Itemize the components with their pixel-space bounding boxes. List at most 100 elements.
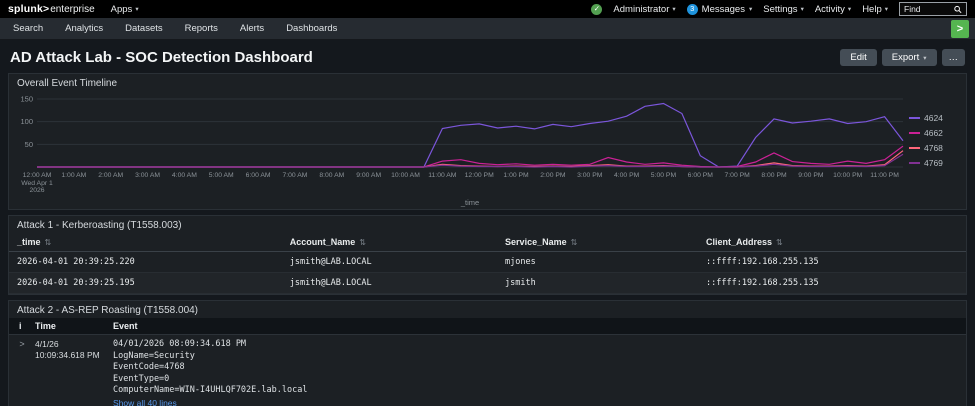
health-check-icon[interactable]: ✓	[591, 3, 603, 15]
svg-text:8:00 PM: 8:00 PM	[761, 172, 787, 179]
splunk-dashboard-page: splunk > enterprise Apps ▾ ✓ Administrator…	[0, 0, 975, 406]
event-body: 04/01/2026 08:09:34.618 PM LogName=Securi…	[113, 339, 966, 406]
show-all-lines-link[interactable]: Show all 40 lines	[113, 397, 958, 406]
nav-item-alerts[interactable]: Alerts	[229, 23, 275, 34]
column-header-label: Client_Address	[706, 237, 773, 247]
legend-item-4768[interactable]: 4768	[909, 143, 957, 153]
column-header-service_name[interactable]: Service_Name ⇅	[497, 233, 699, 252]
activity-menu[interactable]: Activity ▾	[815, 4, 851, 15]
splunk-logo[interactable]: splunk > enterprise	[8, 3, 95, 15]
table-cell[interactable]: 2026-04-01 20:39:25.195	[9, 273, 282, 294]
expand-chevron-icon[interactable]: >	[9, 339, 35, 406]
table-cell[interactable]: jsmith@LAB.LOCAL	[281, 252, 498, 273]
table-cell[interactable]: 2026-04-01 20:39:25.220	[9, 252, 282, 273]
legend-label: 4662	[924, 128, 943, 138]
svg-text:5:00 AM: 5:00 AM	[209, 172, 234, 179]
nav-item-analytics[interactable]: Analytics	[54, 23, 114, 34]
find-search-box[interactable]	[899, 2, 967, 16]
logo-gt-mark: >	[43, 3, 50, 15]
panel-title: Attack 2 - AS-REP Roasting (T1558.004)	[17, 305, 199, 316]
column-header-label: _time	[17, 237, 41, 247]
dashboard-header: AD Attack Lab - SOC Detection Dashboard …	[0, 40, 975, 73]
legend-swatch	[909, 117, 920, 119]
event-text-line: EventCode=4768	[113, 362, 185, 372]
legend-item-4769[interactable]: 4769	[909, 158, 957, 168]
event-text-line: EventType=0	[113, 373, 170, 384]
event-text-line: LogName=Security	[113, 350, 195, 361]
event-row: > 4/1/26 10:09:34.618 PM 04/01/2026 08:0…	[9, 335, 966, 406]
legend-swatch	[909, 132, 920, 134]
table-row[interactable]: 2026-04-01 20:39:25.195 jsmith@LAB.LOCAL j…	[9, 273, 966, 294]
nav-item-datasets[interactable]: Datasets	[114, 23, 174, 34]
legend-label: 4768	[924, 143, 943, 153]
caret-down-icon: ▾	[847, 6, 852, 13]
apps-menu[interactable]: Apps ▾	[111, 4, 139, 15]
search-icon	[954, 5, 962, 13]
top-app-bar: splunk > enterprise Apps ▾ ✓ Administrator…	[0, 0, 975, 18]
messages-count-badge: 3	[686, 3, 698, 15]
column-header-account_name[interactable]: Account_Name ⇅	[281, 233, 498, 252]
edit-button[interactable]: Edit	[840, 49, 877, 66]
svg-text:12:00 AM: 12:00 AM	[23, 172, 52, 179]
help-menu[interactable]: Help ▾	[862, 4, 888, 15]
table-body: 2026-04-01 20:39:25.220 jsmith@LAB.LOCAL m…	[9, 252, 966, 294]
export-button-label: Export	[891, 52, 920, 63]
svg-text:4:00 PM: 4:00 PM	[614, 172, 640, 179]
splunk-app-icon[interactable]: >	[951, 20, 969, 38]
svg-text:Wed Apr 1: Wed Apr 1	[21, 180, 53, 187]
column-header-client_address[interactable]: Client_Address ⇅	[698, 233, 966, 252]
table-cell[interactable]: mjones	[497, 252, 699, 273]
event-raw-text: 04/01/2026 08:09:34.618 PM LogName=Securi…	[113, 339, 958, 397]
timeline-chart-area: 50 100 150 12:00 AM Wed Apr 1 2026 1:00 AM 2:00…	[9, 91, 966, 209]
event-text-line: ComputerName=WIN-I4UHLQF702E.lab.local	[113, 385, 308, 395]
table-cell[interactable]: jsmith@LAB.LOCAL	[281, 273, 498, 294]
page-title: AD Attack Lab - SOC Detection Dashboard	[10, 49, 313, 66]
events-header-row: i Time Event	[9, 318, 966, 335]
nav-item-reports[interactable]: Reports	[174, 23, 229, 34]
panel-asrep-roasting: Attack 2 - AS-REP Roasting (T1558.004) i…	[8, 300, 967, 406]
svg-text:1:00 AM: 1:00 AM	[61, 172, 86, 179]
table-cell[interactable]: ::ffff:192.168.255.135	[698, 252, 966, 273]
messages-menu[interactable]: 3 Messages ▾	[686, 3, 753, 15]
find-input[interactable]	[904, 4, 955, 14]
more-actions-button[interactable]: …	[941, 49, 965, 66]
export-button[interactable]: Export ▾	[881, 49, 937, 66]
panel-overall-event-timeline: Overall Event Timeline 50 100 150 12:00 AM W…	[8, 73, 967, 210]
nav-item-dashboards[interactable]: Dashboards	[275, 23, 348, 34]
table-cell[interactable]: ::ffff:192.168.255.135	[698, 273, 966, 294]
legend-swatch	[909, 162, 920, 164]
svg-text:5:00 PM: 5:00 PM	[651, 172, 677, 179]
activity-menu-label: Activity	[814, 3, 845, 15]
settings-menu[interactable]: Settings ▾	[763, 4, 804, 15]
svg-text:_time: _time	[460, 198, 479, 207]
caret-down-icon: ▾	[748, 6, 753, 13]
column-header-time: Time	[35, 321, 56, 331]
svg-text:3:00 AM: 3:00 AM	[135, 172, 160, 179]
nav-item-search[interactable]: Search	[2, 23, 54, 34]
svg-text:8:00 AM: 8:00 AM	[319, 172, 344, 179]
svg-text:9:00 PM: 9:00 PM	[798, 172, 824, 179]
caret-down-icon: ▾	[672, 6, 676, 13]
nav-items: Search Analytics Datasets Reports Alerts Dash…	[2, 23, 348, 34]
event-time-clock: 10:09:34.618 PM	[35, 350, 100, 360]
svg-text:4:00 AM: 4:00 AM	[172, 172, 197, 179]
table-cell[interactable]: jsmith	[497, 273, 699, 294]
administrator-menu[interactable]: Administrator ▾	[613, 4, 675, 15]
app-nav-bar: Search Analytics Datasets Reports Alerts Dash…	[0, 18, 975, 40]
svg-text:3:00 PM: 3:00 PM	[577, 172, 603, 179]
legend-item-4624[interactable]: 4624	[909, 113, 957, 123]
column-header-label: Account_Name	[289, 237, 356, 247]
edit-button-label: Edit	[850, 52, 867, 63]
svg-text:7:00 PM: 7:00 PM	[725, 172, 751, 179]
event-text-line: 04/01/2026 08:09:34.618 PM	[113, 339, 247, 349]
column-header-_time[interactable]: _time ⇅	[9, 233, 282, 252]
panel-title: Overall Event Timeline	[17, 78, 118, 89]
caret-down-icon: ▾	[800, 6, 804, 13]
svg-text:11:00 PM: 11:00 PM	[870, 172, 899, 179]
event-time-date: 4/1/26	[35, 339, 59, 349]
table-row[interactable]: 2026-04-01 20:39:25.220 jsmith@LAB.LOCAL m…	[9, 252, 966, 273]
legend-item-4662[interactable]: 4662	[909, 128, 957, 138]
event-time: 4/1/26 10:09:34.618 PM	[35, 339, 113, 406]
svg-text:100: 100	[20, 117, 33, 126]
topbar-right-menus: ✓ Administrator ▾ 3 Messages ▾ Settings …	[591, 2, 967, 16]
